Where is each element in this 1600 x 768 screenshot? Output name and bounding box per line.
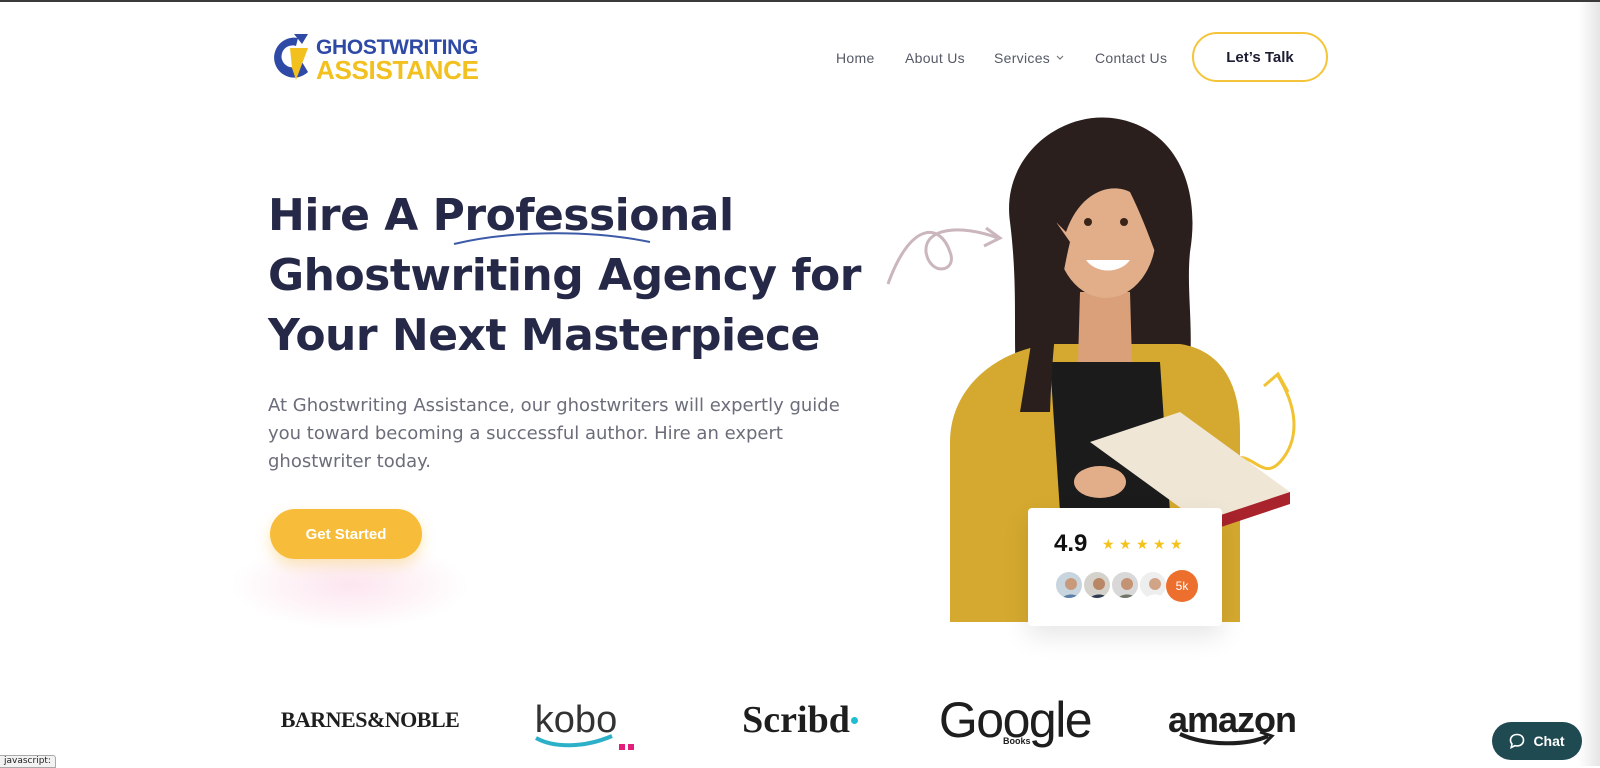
nav-services[interactable]: Services: [994, 50, 1064, 70]
avatar: [1138, 570, 1168, 600]
amazon-smile-icon: [1179, 730, 1275, 746]
chevron-down-icon: [1056, 55, 1064, 60]
nav-about-us[interactable]: About Us: [905, 50, 965, 70]
kobo-swoosh-icon: [535, 734, 613, 748]
rating-card: 4.9 ★ ★ ★ ★ ★ 5k: [1028, 508, 1222, 626]
chat-button[interactable]: Chat: [1492, 722, 1582, 760]
avatar: [1110, 570, 1140, 600]
avatar: [1082, 570, 1112, 600]
nav-services-label: Services: [994, 50, 1051, 66]
hero-title: Hire A Professional Ghostwriting Agency …: [268, 186, 861, 366]
star-icon: ★: [1102, 537, 1115, 553]
lets-talk-button[interactable]: Let’s Talk: [1192, 32, 1328, 82]
hero-title-line-2: Ghostwriting Agency for: [268, 250, 861, 301]
chat-label: Chat: [1533, 733, 1565, 749]
kobo-logo: kobo: [520, 690, 650, 750]
hero-description: At Ghostwriting Assistance, our ghostwri…: [268, 395, 840, 472]
title-underline-swoosh: [453, 232, 651, 245]
hero-title-line-3: Your Next Masterpiece: [268, 310, 820, 361]
avatar: [1054, 570, 1084, 600]
logo-mark-icon: [274, 34, 308, 80]
chat-bubble-icon: [1510, 733, 1525, 749]
star-icon: ★: [1136, 537, 1149, 553]
barnes-and-noble-logo: BARNES&NOBLE: [280, 707, 460, 732]
get-started-button[interactable]: Get Started: [270, 509, 422, 559]
logo-text-bottom: ASSISTANCE: [316, 55, 479, 85]
scribd-logo: Scribd: [725, 690, 875, 750]
star-icon: ★: [1153, 537, 1166, 553]
reviews-count-badge: 5k: [1166, 570, 1198, 602]
nav-contact-us[interactable]: Contact Us: [1095, 50, 1167, 70]
star-icon: ★: [1170, 537, 1183, 553]
top-border: [0, 0, 1600, 2]
scrollbar-shadow: [1578, 2, 1600, 766]
rating-value: 4.9: [1054, 530, 1088, 557]
amazon-logo: amazon: [1152, 690, 1312, 750]
reviewer-avatars: 5k: [1054, 570, 1204, 602]
google-books-sub: Books: [1003, 736, 1031, 746]
nav-home[interactable]: Home: [836, 50, 875, 70]
rating-stars: ★ ★ ★ ★ ★: [1102, 538, 1184, 552]
browser-status-bar: javascript:: [0, 755, 56, 768]
site-logo[interactable]: GHOSTWRITING ASSISTANCE: [268, 28, 492, 88]
star-icon: ★: [1119, 537, 1132, 553]
google-books-logo: Google Books: [930, 690, 1100, 750]
scribd-dot-icon: [850, 716, 858, 724]
kobo-dots-icon: [619, 717, 635, 750]
scribd-logo-text: Scribd: [742, 699, 850, 741]
